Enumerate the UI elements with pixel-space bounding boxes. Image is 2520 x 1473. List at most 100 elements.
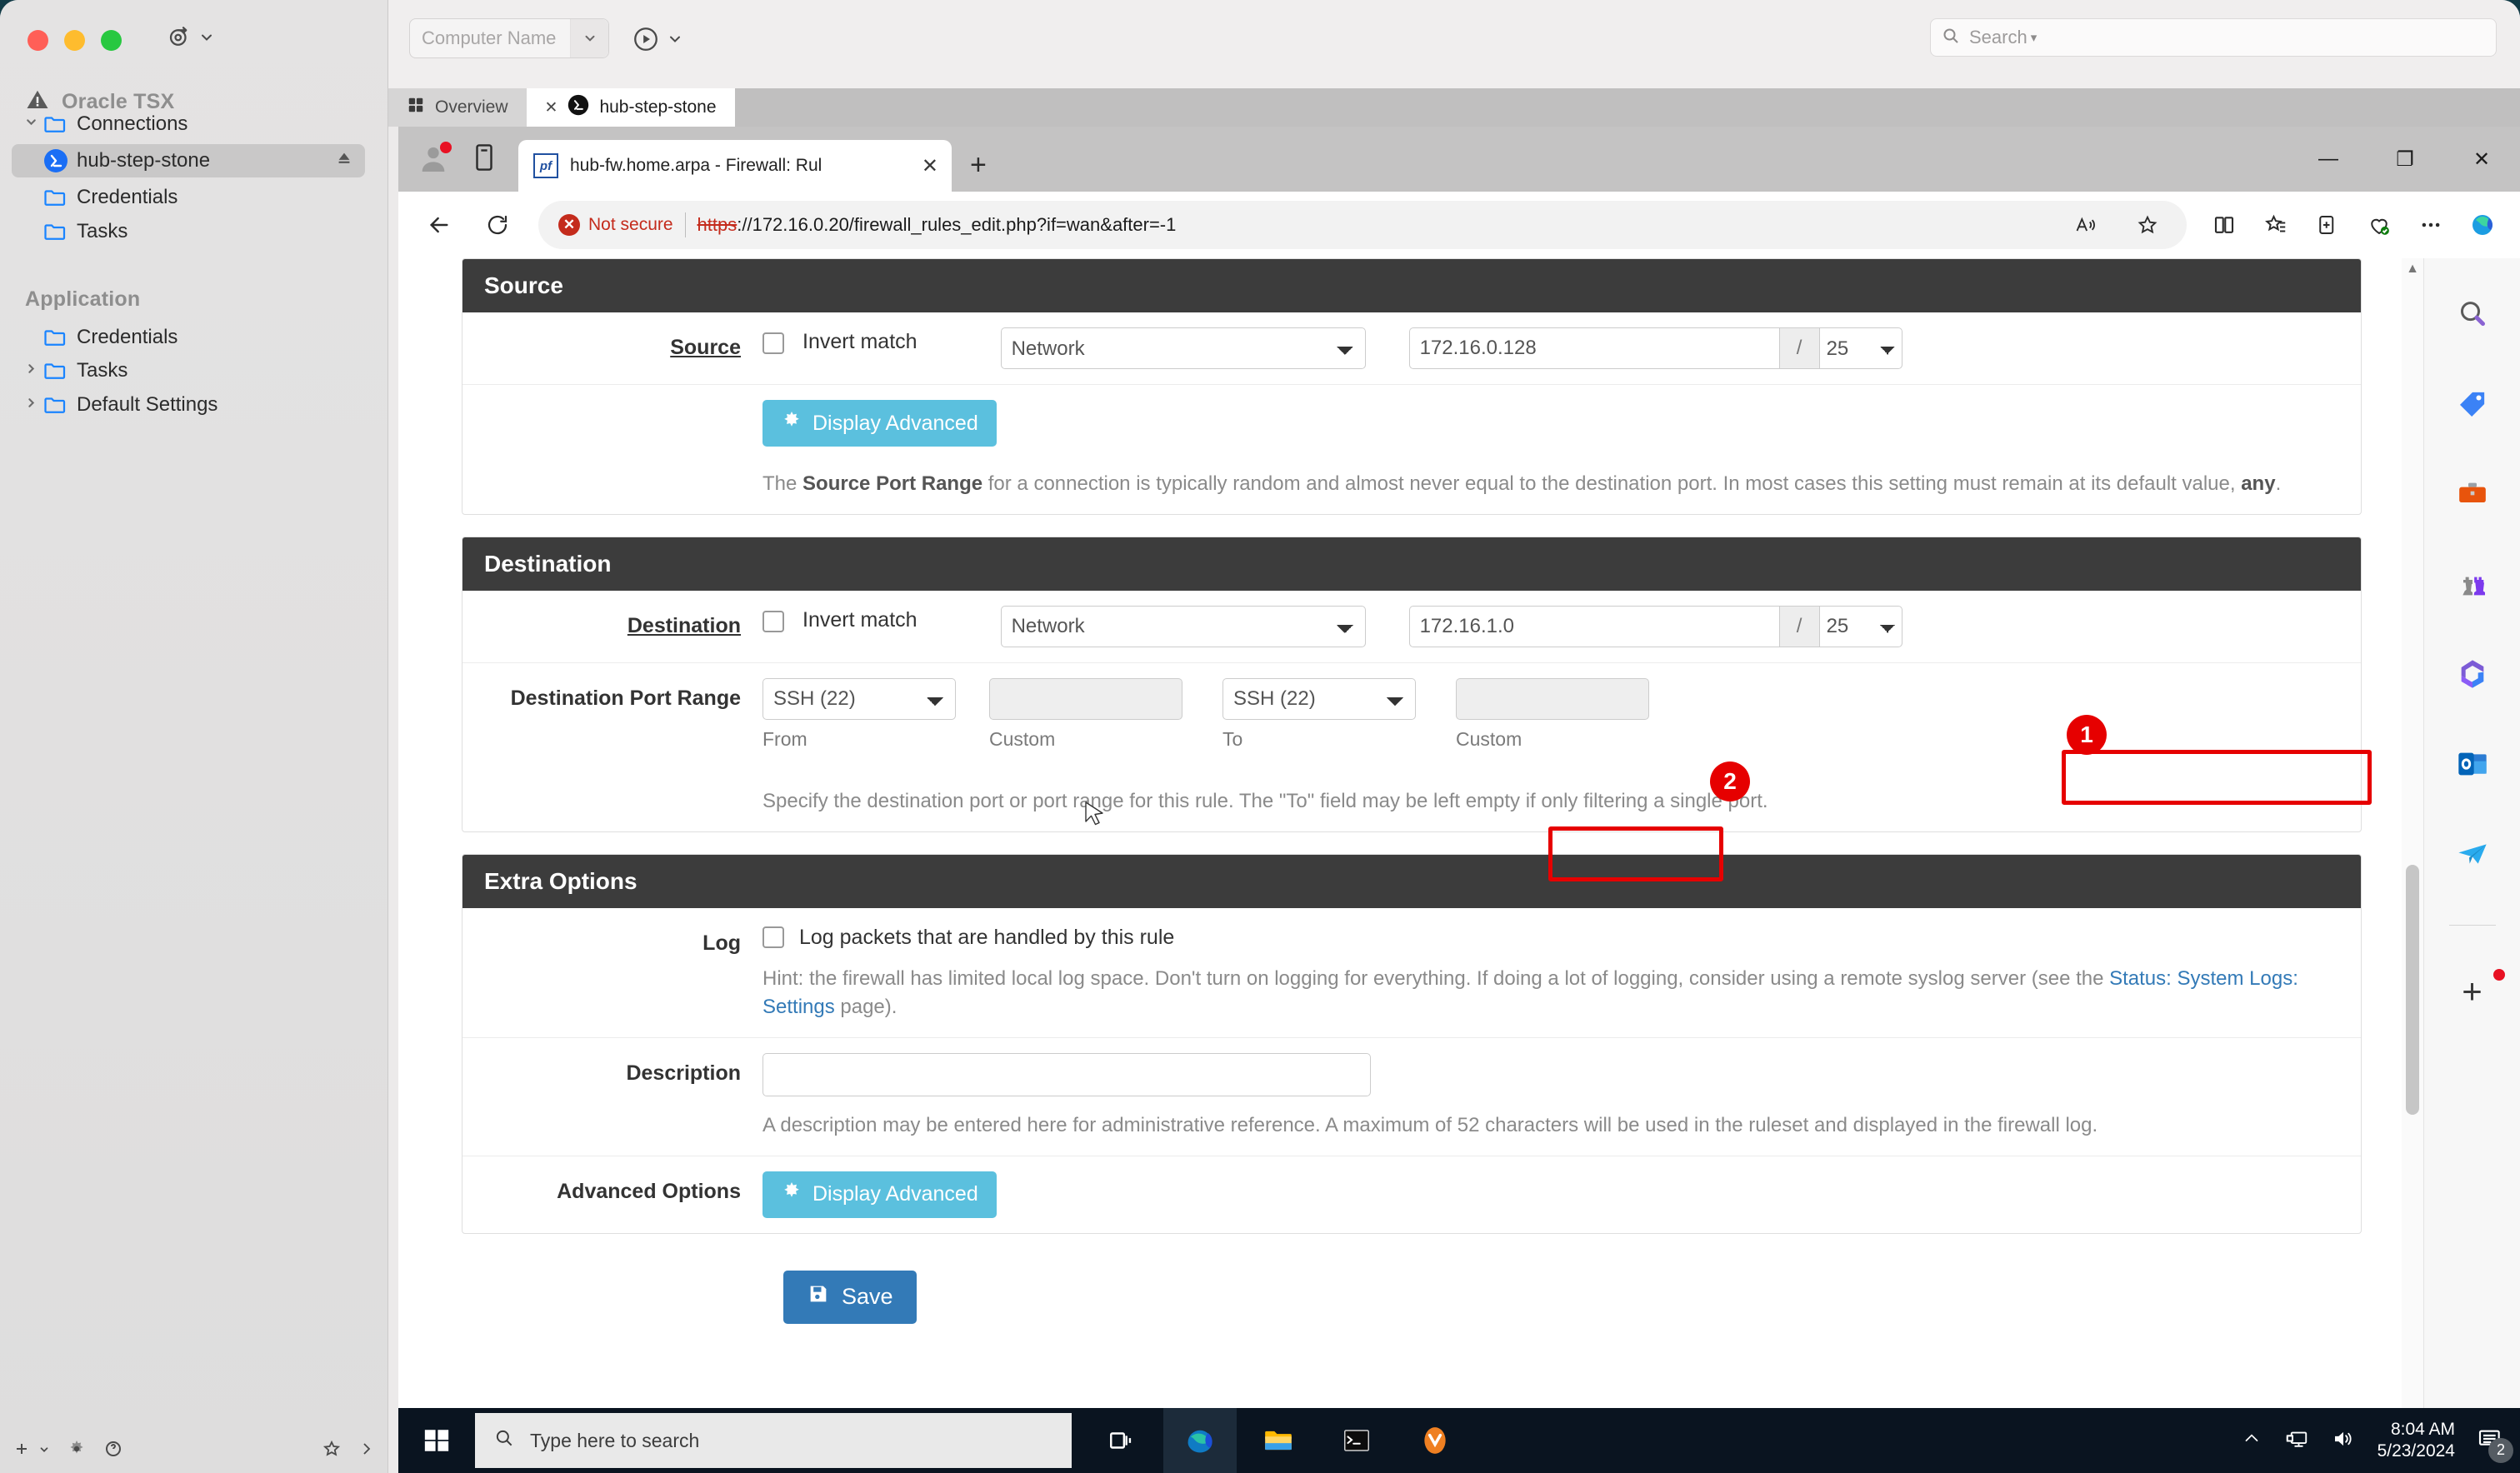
chevron-down-icon[interactable] — [570, 19, 608, 57]
sidebar-item-app-tasks[interactable]: Tasks — [12, 354, 365, 387]
windows-start-icon[interactable] — [398, 1408, 475, 1473]
new-tab-button[interactable]: + — [970, 149, 987, 182]
tab-label: hub-step-stone — [599, 97, 716, 117]
app-orange-icon[interactable] — [1398, 1408, 1472, 1473]
app-tab-strip: Overview ✕ hub-step-stone — [388, 88, 2520, 127]
save-button[interactable]: Save — [783, 1271, 917, 1324]
reload-button[interactable] — [472, 199, 523, 251]
volume-icon[interactable] — [2331, 1426, 2356, 1456]
profile-avatar-icon[interactable] — [417, 142, 450, 176]
more-options-icon[interactable] — [2408, 202, 2453, 247]
omnibox-actions — [2063, 202, 2175, 247]
description-input[interactable] — [762, 1053, 1371, 1096]
computer-name-combobox[interactable]: Computer Name — [409, 18, 609, 58]
maximize-window-button[interactable] — [101, 30, 122, 51]
source-advanced-row: Display Advanced The Source Port Range f… — [462, 385, 2361, 514]
sidebar-item-app-credentials[interactable]: Credentials — [12, 321, 365, 354]
command-prompt-icon[interactable] — [1320, 1408, 1393, 1473]
taskbar-clock[interactable]: 8:04 AM 5/23/2024 — [2378, 1419, 2455, 1463]
destination-port-from-custom-input[interactable] — [989, 678, 1182, 720]
chevron-down-icon[interactable]: ▾ — [2031, 30, 2038, 45]
games-icon[interactable] — [2448, 560, 2497, 608]
taskbar-search-input[interactable]: Type here to search — [475, 1413, 1072, 1468]
destination-port-to-select[interactable]: SSH (22) — [1222, 678, 1416, 720]
copilot-icon[interactable] — [2460, 202, 2505, 247]
not-secure-indicator[interactable]: ✕ Not secure — [558, 214, 673, 236]
maximize-button[interactable]: ❐ — [2367, 127, 2443, 192]
sidebar-item-label: Credentials — [77, 186, 178, 209]
profile-alert-badge — [440, 142, 452, 153]
search-input[interactable]: Search ▾ — [1930, 18, 2497, 57]
microsoft-365-icon[interactable] — [2448, 650, 2497, 698]
source-type-select[interactable]: Network — [1001, 327, 1366, 369]
close-button[interactable]: ✕ — [2443, 127, 2520, 192]
show-hidden-icons-icon[interactable] — [2241, 1428, 2262, 1454]
sidebar-refresh-control[interactable] — [167, 25, 215, 54]
read-aloud-icon[interactable] — [2063, 202, 2108, 247]
browser-essentials-icon[interactable] — [2357, 202, 2402, 247]
scrollbar-thumb[interactable] — [2406, 865, 2419, 1115]
log-checkbox[interactable] — [762, 926, 784, 948]
notifications-icon[interactable]: 2 — [2477, 1426, 2503, 1456]
run-control[interactable] — [632, 25, 683, 57]
shopping-tag-icon[interactable] — [2448, 380, 2497, 428]
ssh-connection-icon — [568, 94, 589, 121]
search-icon[interactable] — [2448, 290, 2497, 338]
chevron-down-icon[interactable] — [667, 31, 683, 52]
sidebar-item-hub-step-stone[interactable]: hub-step-stone — [12, 144, 365, 177]
source-invert-checkbox[interactable] — [762, 332, 784, 354]
tab-hub-step-stone[interactable]: ✕ hub-step-stone — [527, 88, 735, 127]
collections-icon[interactable] — [2253, 202, 2298, 247]
add-sidebar-icon[interactable]: + — [2448, 967, 2497, 1016]
browser-tab-active[interactable]: pf hub-fw.home.arpa - Firewall: Rul ✕ — [518, 140, 952, 192]
close-tab-icon[interactable]: ✕ — [922, 154, 938, 178]
taskbar-search-placeholder: Type here to search — [530, 1430, 699, 1452]
destination-type-select[interactable]: Network — [1001, 606, 1366, 647]
telegram-icon[interactable] — [2448, 830, 2497, 878]
destination-invert-checkbox[interactable] — [762, 611, 784, 632]
outlook-icon[interactable] — [2448, 740, 2497, 788]
settings-icon[interactable] — [67, 1439, 87, 1464]
tab-overview[interactable]: Overview — [388, 88, 527, 127]
advanced-display-advanced-button[interactable]: Display Advanced — [762, 1171, 997, 1218]
expand-icon[interactable] — [357, 1439, 377, 1464]
minimize-window-button[interactable] — [64, 30, 85, 51]
sidebar-item-default-settings[interactable]: Default Settings — [12, 388, 365, 422]
sidebar-item-tasks[interactable]: Tasks — [12, 215, 365, 248]
file-explorer-icon[interactable] — [1242, 1408, 1315, 1473]
destination-port-to-custom-input[interactable] — [1456, 678, 1649, 720]
favorite-star-icon[interactable] — [2125, 202, 2170, 247]
favorite-icon[interactable] — [322, 1439, 342, 1464]
close-window-button[interactable] — [28, 30, 48, 51]
vertical-tabs-icon[interactable] — [472, 143, 497, 176]
task-view-icon[interactable] — [1085, 1408, 1158, 1473]
source-cidr-select[interactable]: 25 — [1819, 327, 1902, 369]
play-circle-icon[interactable] — [632, 25, 660, 57]
sidebar-item-connections[interactable]: Connections — [12, 107, 365, 141]
eject-icon[interactable] — [335, 149, 353, 172]
microsoft-edge-icon[interactable] — [1163, 1408, 1237, 1473]
chevron-down-icon[interactable] — [38, 1442, 50, 1461]
source-address-input[interactable] — [1409, 327, 1779, 369]
add-icon[interactable] — [12, 1439, 32, 1464]
destination-cidr-select[interactable]: 25 — [1819, 606, 1902, 647]
tools-icon[interactable] — [2448, 470, 2497, 518]
url-input[interactable]: ✕ Not secure https://172.16.0.20/firewal… — [538, 201, 2187, 249]
sidebar-item-label: Credentials — [77, 326, 178, 349]
extra-options-panel: Extra Options Log Log packets that are h… — [462, 854, 2362, 1234]
network-icon[interactable] — [2284, 1426, 2309, 1456]
destination-address-input[interactable] — [1409, 606, 1779, 647]
minimize-button[interactable]: — — [2290, 127, 2367, 192]
scroll-up-arrow[interactable]: ▲ — [2402, 258, 2423, 280]
split-screen-icon[interactable] — [2202, 202, 2247, 247]
add-to-collections-icon[interactable] — [2305, 202, 2350, 247]
back-button[interactable] — [413, 199, 465, 251]
close-icon[interactable]: ✕ — [545, 98, 558, 117]
destination-port-from-select[interactable]: SSH (22) — [762, 678, 956, 720]
browser-tab-bar: pf hub-fw.home.arpa - Firewall: Rul ✕ + … — [398, 127, 2520, 192]
source-display-advanced-button[interactable]: Display Advanced — [762, 400, 997, 447]
help-icon[interactable] — [103, 1439, 123, 1464]
page-scrollbar[interactable]: ▲ ▼ — [2402, 258, 2423, 1473]
port-to-custom-column: Custom — [1456, 678, 1649, 751]
sidebar-item-credentials[interactable]: Credentials — [12, 181, 365, 214]
